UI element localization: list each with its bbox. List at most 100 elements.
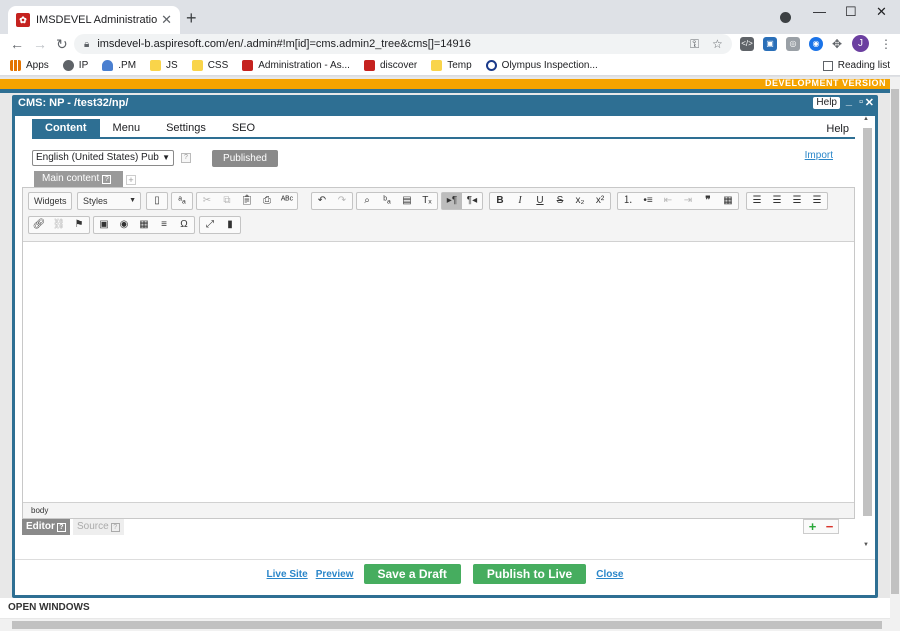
- tab-content[interactable]: Content: [32, 119, 100, 137]
- dialog-close-icon[interactable]: ✕: [865, 96, 874, 109]
- underline-icon[interactable]: U: [530, 193, 550, 209]
- extension-code-icon[interactable]: </>: [740, 37, 754, 51]
- bookmark-star-icon[interactable]: ☆: [712, 37, 723, 51]
- cut-icon[interactable]: ✂: [197, 193, 217, 209]
- bookmark-ip[interactable]: IP: [62, 60, 88, 71]
- scrollbar-thumb[interactable]: [863, 128, 872, 516]
- extension-badge-icon[interactable]: ▣: [763, 37, 777, 51]
- copy-icon[interactable]: ⧉: [217, 193, 237, 209]
- italic-icon[interactable]: I: [510, 193, 530, 209]
- browser-tab[interactable]: ✿ IMSDEVEL Administration - Aspire ✕: [8, 6, 180, 34]
- dialog-help-button[interactable]: Help: [813, 97, 840, 109]
- main-content-tab[interactable]: Main content?: [34, 171, 123, 187]
- bookmark-olympus[interactable]: Olympus Inspection...: [485, 60, 598, 71]
- flash-icon[interactable]: ◉: [114, 217, 134, 233]
- menu-kebab-icon[interactable]: ⋮: [880, 37, 892, 51]
- help-question-icon[interactable]: ?: [102, 175, 112, 184]
- bookmark-apps[interactable]: Apps: [10, 60, 49, 71]
- remove-format-icon[interactable]: Tₓ: [417, 193, 437, 209]
- strikethrough-icon[interactable]: S: [550, 193, 570, 209]
- source-mode-tab[interactable]: Source?: [73, 519, 124, 535]
- table-icon[interactable]: ▦: [134, 217, 154, 233]
- bulleted-list-icon[interactable]: •≡: [638, 193, 658, 209]
- help-question-icon[interactable]: ?: [110, 523, 120, 532]
- spellcheck-icon[interactable]: ᴬᴮᶜ: [277, 193, 297, 209]
- live-site-link[interactable]: Live Site: [267, 569, 308, 580]
- forward-icon[interactable]: →: [33, 36, 47, 52]
- remove-icon[interactable]: −: [826, 519, 834, 534]
- back-icon[interactable]: ←: [10, 36, 24, 52]
- outdent-icon[interactable]: ⇤: [658, 193, 678, 209]
- unlink-icon[interactable]: ⛓: [49, 217, 69, 233]
- extension-glasses-icon[interactable]: ◎: [786, 37, 800, 51]
- save-draft-button[interactable]: Save a Draft: [363, 564, 461, 584]
- profile-indicator-icon[interactable]: [780, 12, 791, 23]
- new-tab-icon[interactable]: +: [186, 8, 197, 29]
- element-path[interactable]: body: [31, 506, 48, 515]
- dialog-minimize-icon[interactable]: _: [846, 95, 852, 107]
- rtl-icon[interactable]: ¶◂: [462, 193, 482, 209]
- help-link[interactable]: Help: [826, 123, 849, 135]
- dialog-scrollbar[interactable]: ▲ ▼: [863, 116, 872, 554]
- open-windows-bar[interactable]: OPEN WINDOWS: [0, 598, 890, 618]
- find-icon[interactable]: ⌕: [357, 193, 377, 209]
- minimize-icon[interactable]: —: [813, 4, 826, 19]
- print-icon[interactable]: ⎙: [257, 193, 277, 209]
- bookmark-pm[interactable]: .PM: [102, 60, 136, 71]
- extension-eye-icon[interactable]: ◉: [809, 37, 823, 51]
- link-icon[interactable]: 🔗︎: [29, 217, 49, 233]
- blockquote-icon[interactable]: ❞: [698, 193, 718, 209]
- tab-settings[interactable]: Settings: [153, 119, 219, 137]
- horizontal-line-icon[interactable]: ≡: [154, 217, 174, 233]
- tab-seo[interactable]: SEO: [219, 119, 268, 137]
- page-horizontal-scrollbar[interactable]: [0, 619, 900, 631]
- ltr-icon[interactable]: ▸¶: [442, 193, 462, 209]
- add-icon[interactable]: +: [809, 519, 817, 534]
- add-content-tab-icon[interactable]: +: [126, 175, 136, 185]
- language-select[interactable]: English (United States) Pub ▼: [32, 150, 174, 166]
- reading-list-button[interactable]: Reading list: [822, 60, 890, 71]
- new-page-icon[interactable]: ▯: [147, 193, 167, 209]
- scroll-up-icon[interactable]: ▲: [863, 116, 869, 122]
- bookmark-css[interactable]: CSS: [191, 60, 228, 71]
- editor-mode-tab[interactable]: Editor?: [22, 519, 70, 535]
- page-vertical-scrollbar[interactable]: [890, 77, 900, 619]
- align-right-icon[interactable]: ☰: [787, 193, 807, 209]
- page-hscrollbar-thumb[interactable]: [12, 621, 882, 629]
- numbered-list-icon[interactable]: ⒈: [618, 193, 638, 209]
- address-bar[interactable]: 🔒︎ imsdevel-b.aspiresoft.com/en/.admin#!…: [74, 34, 732, 54]
- styles-dropdown[interactable]: Styles ▼: [77, 192, 141, 210]
- maximize-icon[interactable]: ⤢: [200, 217, 220, 233]
- publish-button[interactable]: Publish to Live: [472, 564, 587, 584]
- maximize-icon[interactable]: ☐: [845, 4, 857, 20]
- show-blocks-icon[interactable]: ▮: [220, 217, 240, 233]
- select-all-icon[interactable]: ▤: [397, 193, 417, 209]
- dialog-maximize-icon[interactable]: ▫: [859, 96, 863, 108]
- key-icon[interactable]: ⚿: [690, 37, 699, 52]
- align-center-icon[interactable]: ☰: [767, 193, 787, 209]
- superscript-icon[interactable]: x²: [590, 193, 610, 209]
- translate-icon[interactable]: ᵃₐ: [172, 193, 192, 209]
- tab-menu[interactable]: Menu: [100, 119, 154, 137]
- align-justify-icon[interactable]: ☰: [807, 193, 827, 209]
- bookmark-temp[interactable]: Temp: [431, 60, 472, 71]
- bold-icon[interactable]: B: [490, 193, 510, 209]
- close-window-icon[interactable]: ✕: [876, 4, 887, 20]
- page-scrollbar-thumb[interactable]: [891, 89, 899, 594]
- widgets-dropdown[interactable]: Widgets: [28, 192, 72, 210]
- div-container-icon[interactable]: ▦: [718, 193, 738, 209]
- special-char-icon[interactable]: Ω: [174, 217, 194, 233]
- reload-icon[interactable]: ↻: [56, 36, 68, 53]
- close-tab-icon[interactable]: ✕: [161, 12, 172, 28]
- help-question-icon[interactable]: ?: [56, 523, 66, 532]
- image-icon[interactable]: ▣: [94, 217, 114, 233]
- subscript-icon[interactable]: x₂: [570, 193, 590, 209]
- help-question-icon[interactable]: ?: [181, 153, 191, 163]
- align-left-icon[interactable]: ☰: [747, 193, 767, 209]
- published-status-button[interactable]: Published: [212, 150, 278, 167]
- anchor-flag-icon[interactable]: ⚑: [69, 217, 89, 233]
- paste-icon[interactable]: 📋︎: [237, 193, 257, 209]
- bookmark-js[interactable]: JS: [150, 60, 178, 71]
- indent-icon[interactable]: ⇥: [678, 193, 698, 209]
- undo-icon[interactable]: ↶: [312, 193, 332, 209]
